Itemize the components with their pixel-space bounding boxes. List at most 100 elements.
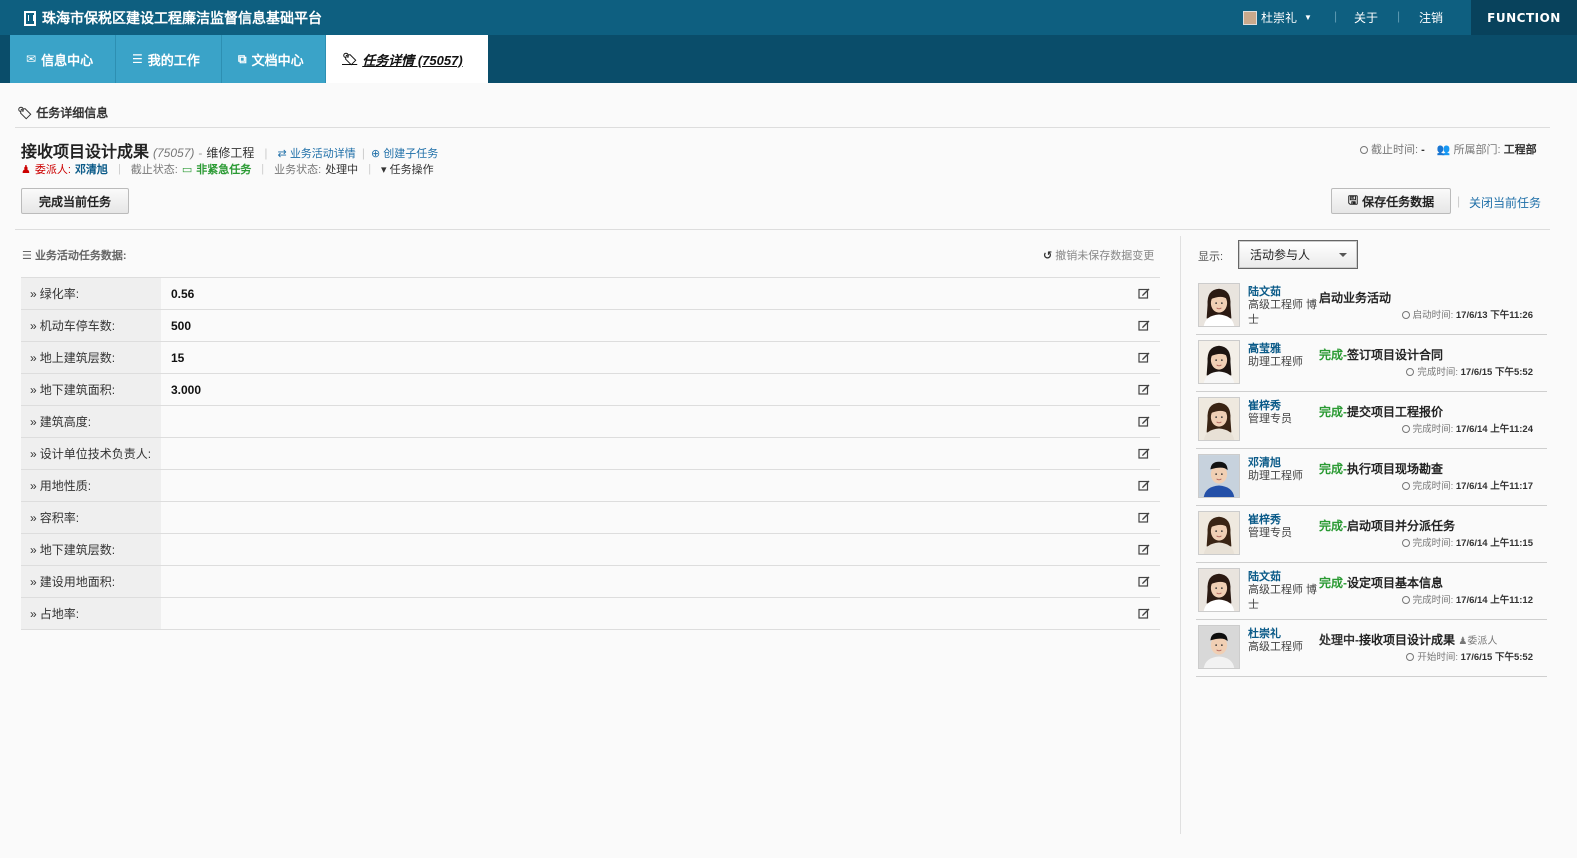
double-chevron-right-icon: » [30, 414, 37, 429]
edit-icon[interactable] [1138, 607, 1150, 619]
tab-doc-center[interactable]: ⧉ 文档中心 [222, 35, 326, 83]
undo-label: 撤销未保存数据变更 [1055, 250, 1155, 262]
person-icon: ♟ [21, 163, 31, 176]
participant-role: 高级工程师 博士 [1248, 299, 1318, 326]
activity-status: 完成- [1319, 462, 1347, 476]
biz-state-label: 业务状态: [274, 164, 322, 176]
table-row: » 地下建筑面积: 3.000 [21, 374, 1160, 406]
edit-icon[interactable] [1138, 543, 1150, 555]
table-row: » 机动车停车数: 500 [21, 310, 1160, 342]
participant-name[interactable]: 崔梓秀 [1248, 511, 1281, 527]
time-value: 17/6/14 上午11:24 [1455, 424, 1533, 435]
field-label: » 地下建筑层数: [21, 534, 161, 565]
participant-name[interactable]: 陆文茹 [1248, 283, 1281, 299]
activity-name: 启动项目并分派任务 [1347, 519, 1456, 533]
section-title: 🏷 任务详细信息 [17, 104, 108, 121]
activity-name: 签订项目设计合同 [1347, 348, 1444, 362]
tab-my-work[interactable]: ☰ 我的工作 [116, 35, 222, 83]
table-row: » 占地率: [21, 598, 1160, 630]
clock-icon [1406, 653, 1415, 661]
save-label: 保存任务数据 [1362, 194, 1435, 209]
table-row: » 设计单位技术负责人: [21, 438, 1160, 470]
participant-item: 杜崇礼 高级工程师 处理中-接收项目设计成果 ♟委派人 开始时间: 17/6/15 下… [1196, 620, 1547, 677]
field-label: » 占地率: [21, 598, 161, 629]
vertical-divider [1180, 236, 1181, 834]
envelope-icon: ✉ [26, 52, 37, 66]
user-menu[interactable]: 杜崇礼 ▼ [1243, 9, 1312, 26]
field-label: » 建设用地面积: [21, 566, 161, 597]
user-avatar [1243, 10, 1257, 25]
inbox-icon: ▭ [181, 163, 193, 176]
double-chevron-right-icon: » [30, 382, 37, 397]
activity-title: 处理中-接收项目设计成果 ♟委派人 [1319, 631, 1497, 648]
edit-icon[interactable] [1138, 287, 1150, 299]
create-subtask-link[interactable]: ⊕ 创建子任务 [371, 145, 438, 161]
building-icon [24, 10, 36, 26]
time-label: 启动时间: [1412, 310, 1454, 321]
task-ops-dropdown[interactable]: ▾ 任务操作 [381, 161, 434, 177]
field-label-text: 设计单位技术负责人: [39, 447, 152, 461]
save-icon: 🖫 [1347, 192, 1359, 207]
participant-item: 邓清旭 助理工程师 完成-执行项目现场勘查 完成时间: 17/6/14 上午11:17 [1196, 449, 1547, 506]
table-row: » 地下建筑层数: [21, 534, 1160, 566]
copy-icon: ⧉ [238, 51, 247, 66]
undo-changes-link[interactable]: ↺ 撤销未保存数据变更 [1043, 247, 1154, 263]
edit-icon[interactable] [1138, 351, 1150, 363]
tag-icon: 🏷 [17, 105, 33, 120]
participant-role: 助理工程师 [1248, 470, 1303, 482]
double-chevron-right-icon: » [30, 606, 37, 621]
field-value: 0.56 [171, 286, 195, 301]
edit-icon[interactable] [1138, 319, 1150, 331]
activity-status: 完成- [1319, 576, 1347, 590]
participant-name[interactable]: 高莹雅 [1248, 340, 1281, 356]
field-label-text: 地上建筑层数: [39, 351, 116, 365]
chevron-down-icon: ▼ [1304, 13, 1312, 22]
participant-name[interactable]: 杜崇礼 [1248, 625, 1281, 641]
activity-detail-link[interactable]: ⇄ 业务活动详情 [278, 145, 356, 161]
save-task-data-button[interactable]: 🖫 保存任务数据 [1331, 188, 1451, 214]
edit-icon[interactable] [1138, 575, 1150, 587]
caret-down-icon [1339, 253, 1347, 257]
delegate-tag-label: 委派人 [1467, 636, 1498, 647]
task-dash: - [198, 146, 203, 160]
field-label-text: 建设用地面积: [39, 575, 116, 589]
double-chevron-right-icon: » [30, 286, 37, 301]
logout-link[interactable]: 注销 [1419, 9, 1443, 26]
field-label-text: 用地性质: [39, 479, 92, 493]
participant-name[interactable]: 崔梓秀 [1248, 397, 1281, 413]
task-name: 接收项目设计成果 [21, 144, 150, 161]
close-task-link[interactable]: 关闭当前任务 [1469, 194, 1541, 211]
edit-icon[interactable] [1138, 447, 1150, 459]
delegate-name[interactable]: 邓清旭 [75, 161, 108, 177]
edit-icon[interactable] [1138, 511, 1150, 523]
tab-info-center[interactable]: ✉ 信息中心 [10, 35, 116, 83]
avatar [1198, 397, 1240, 441]
tab-task-detail[interactable]: 🏷 任务详情 (75057) [326, 35, 488, 83]
about-link[interactable]: 关于 [1354, 9, 1378, 26]
separator: | [261, 163, 265, 175]
list-icon: ☰ [132, 52, 143, 66]
edit-icon[interactable] [1138, 479, 1150, 491]
participant-name[interactable]: 陆文茹 [1248, 568, 1281, 584]
field-label: » 地上建筑层数: [21, 342, 161, 373]
edit-icon[interactable] [1138, 383, 1150, 395]
field-label: » 容积率: [21, 502, 161, 533]
show-select[interactable]: 活动参与人 [1238, 240, 1358, 269]
time-label: 开始时间: [1417, 652, 1458, 663]
participant-name[interactable]: 邓清旭 [1248, 454, 1281, 470]
activity-title: 完成-设定项目基本信息 [1319, 574, 1443, 591]
undo-icon: ↺ [1043, 250, 1053, 262]
activity-name: 提交项目工程报价 [1347, 405, 1444, 419]
edit-icon[interactable] [1138, 415, 1150, 427]
person-icon: ♟ [1458, 636, 1468, 647]
create-subtask-label: 创建子任务 [383, 148, 439, 160]
time-label: 完成时间: [1412, 595, 1454, 606]
participant-item: 陆文茹 高级工程师 博士 启动业务活动 启动时间: 17/6/13 下午11:26 [1196, 278, 1547, 335]
table-row: » 容积率: [21, 502, 1160, 534]
field-label-text: 地下建筑层数: [39, 543, 116, 557]
dept-label: 所属部门: [1453, 144, 1501, 156]
complete-task-button[interactable]: 完成当前任务 [21, 188, 129, 214]
tab-label: 信息中心 [41, 52, 94, 68]
participant-role: 管理专员 [1248, 413, 1292, 425]
task-id: (75057) [153, 146, 195, 160]
